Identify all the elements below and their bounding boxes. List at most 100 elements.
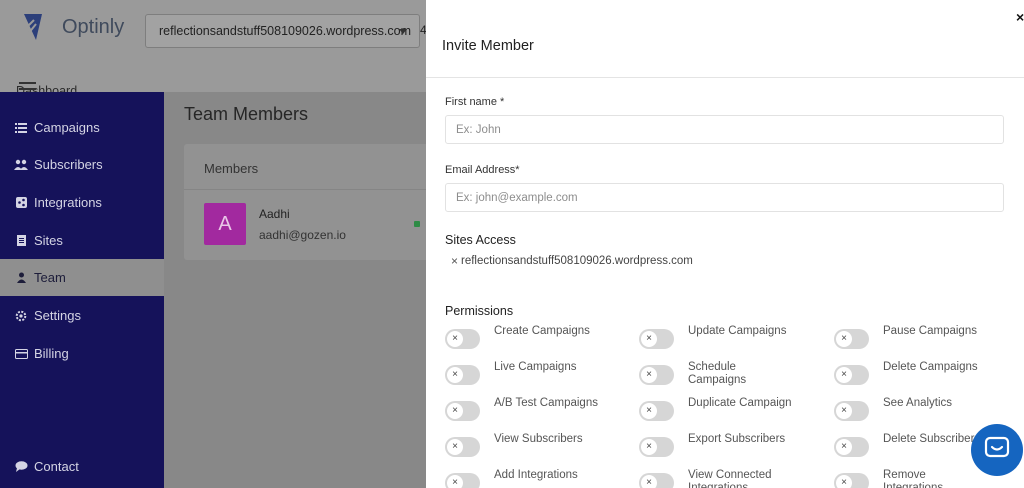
user-icon bbox=[14, 272, 28, 284]
permission-label: Remove Integrations bbox=[883, 469, 944, 488]
users-icon bbox=[14, 159, 28, 171]
permission-toggle[interactable]: × bbox=[445, 473, 480, 488]
sidebar-item-campaigns[interactable]: Campaigns bbox=[0, 109, 164, 146]
list-icon bbox=[14, 122, 28, 134]
permission-item: × See Analytics bbox=[834, 397, 988, 421]
permission-label: Live Campaigns bbox=[494, 361, 577, 373]
first-name-label: First name * bbox=[445, 96, 505, 108]
selected-site-name: reflectionsandstuff508109026.wordpress.c… bbox=[461, 255, 693, 267]
toggle-off-icon: × bbox=[447, 403, 463, 419]
chat-support-button[interactable] bbox=[971, 424, 1023, 476]
sites-access-label: Sites Access bbox=[445, 233, 516, 247]
toggle-off-icon: × bbox=[836, 439, 852, 455]
email-label: Email Address* bbox=[445, 164, 520, 176]
sidebar-item-label: Subscribers bbox=[34, 157, 103, 172]
remove-site-icon[interactable]: × bbox=[451, 254, 458, 268]
permission-item: × Delete Subscribers bbox=[834, 433, 988, 457]
toggle-off-icon: × bbox=[447, 367, 463, 383]
page-title: Team Members bbox=[184, 104, 309, 124]
permission-label: Export Subscribers bbox=[688, 433, 786, 445]
sidebar-item-billing[interactable]: Billing bbox=[0, 335, 164, 372]
sidebar-item-contact[interactable]: Contact bbox=[0, 448, 164, 485]
permission-toggle[interactable]: × bbox=[639, 473, 674, 488]
member-email: aadhi@gozen.io bbox=[259, 228, 346, 242]
permission-label: Update Campaigns bbox=[688, 325, 787, 337]
logo[interactable]: Optinly bbox=[22, 12, 124, 42]
first-name-input[interactable] bbox=[445, 115, 1004, 144]
sidebar-item-label: Settings bbox=[34, 308, 81, 323]
permission-item: × Remove Integrations bbox=[834, 469, 988, 488]
toggle-off-icon: × bbox=[641, 331, 657, 347]
permission-toggle[interactable]: × bbox=[639, 401, 674, 421]
main-content: Team Members Members A Aadhi aadhi@gozen… bbox=[164, 92, 434, 488]
sidebar-item-label: Team bbox=[34, 270, 66, 285]
sidebar-item-label: Billing bbox=[34, 346, 69, 361]
permission-item: × Pause Campaigns bbox=[834, 325, 988, 349]
toggle-off-icon: × bbox=[836, 403, 852, 419]
site-selector-value: reflectionsandstuff508109026.wordpress.c… bbox=[159, 24, 412, 38]
member-name: Aadhi bbox=[259, 207, 290, 221]
permission-item: × Export Subscribers bbox=[639, 433, 793, 457]
document-icon bbox=[14, 235, 28, 247]
members-card: Members A Aadhi aadhi@gozen.io bbox=[184, 144, 434, 260]
permission-item: × Create Campaigns bbox=[445, 325, 599, 349]
invite-member-panel: Invite Member First name * Email Address… bbox=[426, 0, 1024, 488]
permission-toggle[interactable]: × bbox=[834, 365, 869, 385]
sidebar-item-integrations[interactable]: Integrations bbox=[0, 184, 164, 221]
chat-icon bbox=[984, 436, 1010, 465]
permission-toggle[interactable]: × bbox=[445, 365, 480, 385]
caret-down-icon bbox=[399, 29, 407, 34]
sidebar-item-team[interactable]: Team bbox=[0, 259, 164, 296]
sidebar-item-label: Integrations bbox=[34, 195, 102, 210]
permission-toggle[interactable]: × bbox=[834, 401, 869, 421]
permission-item: × View Subscribers bbox=[445, 433, 599, 457]
permission-item: × Add Integrations bbox=[445, 469, 599, 488]
permission-toggle[interactable]: × bbox=[834, 473, 869, 488]
permission-toggle[interactable]: × bbox=[445, 437, 480, 457]
permission-toggle[interactable]: × bbox=[834, 437, 869, 457]
status-indicator bbox=[414, 221, 420, 227]
gear-icon bbox=[14, 310, 28, 322]
permission-item: × Schedule Campaigns bbox=[639, 361, 793, 387]
permission-label: A/B Test Campaigns bbox=[494, 397, 598, 409]
sidebar-item-subscribers[interactable]: Subscribers bbox=[0, 146, 164, 183]
permission-label: View Subscribers bbox=[494, 433, 583, 445]
credit-card-icon bbox=[14, 348, 28, 360]
permission-toggle[interactable]: × bbox=[445, 401, 480, 421]
sidebar-item-sites[interactable]: Sites bbox=[0, 222, 164, 259]
chat-bubble-icon bbox=[14, 461, 28, 473]
toggle-off-icon: × bbox=[836, 475, 852, 488]
permission-label: View Connected Integrations bbox=[688, 469, 772, 488]
permission-item: × A/B Test Campaigns bbox=[445, 397, 599, 421]
permission-label: Add Integrations bbox=[494, 469, 578, 481]
permission-toggle[interactable]: × bbox=[639, 365, 674, 385]
toggle-off-icon: × bbox=[641, 439, 657, 455]
share-icon bbox=[14, 197, 28, 209]
toggle-off-icon: × bbox=[641, 403, 657, 419]
site-selector[interactable]: reflectionsandstuff508109026.wordpress.c… bbox=[145, 14, 420, 48]
close-icon[interactable]: × bbox=[1016, 10, 1024, 24]
sidebar-item-label: Campaigns bbox=[34, 120, 100, 135]
permission-item: × Delete Campaigns bbox=[834, 361, 988, 385]
hamburger-menu-icon[interactable] bbox=[19, 82, 36, 94]
avatar: A bbox=[204, 203, 246, 245]
member-row[interactable]: A Aadhi aadhi@gozen.io bbox=[184, 190, 434, 260]
sidebar-item-label: Sites bbox=[34, 233, 63, 248]
permissions-label: Permissions bbox=[445, 304, 514, 318]
permission-label: Delete Campaigns bbox=[883, 361, 978, 373]
permission-toggle[interactable]: × bbox=[834, 329, 869, 349]
email-input[interactable] bbox=[445, 183, 1004, 212]
sidebar-item-settings[interactable]: Settings bbox=[0, 297, 164, 334]
selected-site-chip: × reflectionsandstuff508109026.wordpress… bbox=[451, 254, 693, 268]
permission-label: Pause Campaigns bbox=[883, 325, 977, 337]
permission-toggle[interactable]: × bbox=[445, 329, 480, 349]
permission-toggle[interactable]: × bbox=[639, 437, 674, 457]
sidebar-item-label: Contact bbox=[34, 459, 79, 474]
toggle-off-icon: × bbox=[836, 367, 852, 383]
brand-name: Optinly bbox=[62, 15, 125, 38]
permission-label: Create Campaigns bbox=[494, 325, 590, 337]
logo-mark-icon bbox=[22, 12, 50, 42]
toggle-off-icon: × bbox=[641, 475, 657, 488]
divider bbox=[426, 77, 1024, 78]
permission-toggle[interactable]: × bbox=[639, 329, 674, 349]
